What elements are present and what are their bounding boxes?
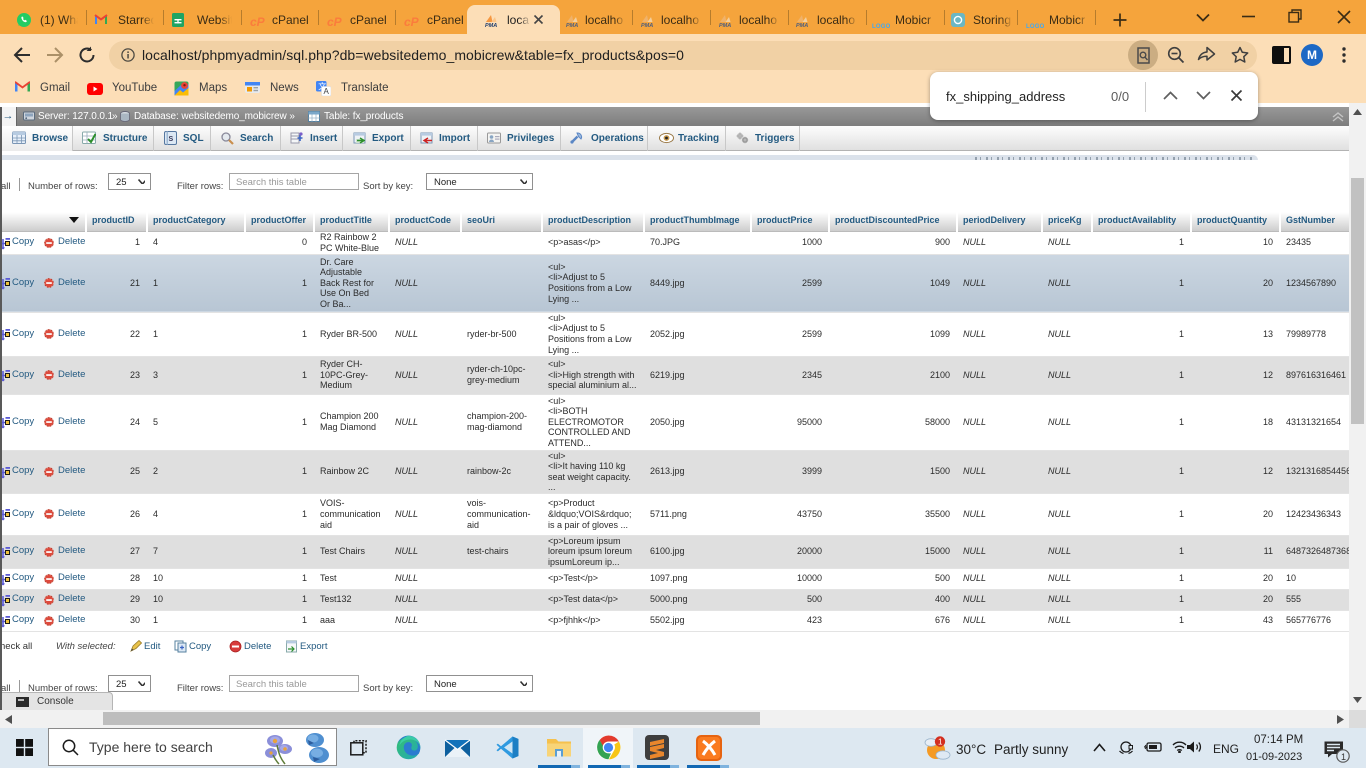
svg-text:1: 1 <box>1341 752 1346 762</box>
svg-text:1: 1 <box>938 738 943 747</box>
svg-text:S: S <box>169 136 174 143</box>
svg-text:PMA: PMA <box>719 23 731 28</box>
svg-text:A: A <box>324 87 330 96</box>
svg-text:PMA: PMA <box>641 23 653 28</box>
svg-text:PMA: PMA <box>566 23 578 28</box>
svg-text:PMA: PMA <box>485 23 497 28</box>
svg-text:PMA: PMA <box>796 23 808 28</box>
